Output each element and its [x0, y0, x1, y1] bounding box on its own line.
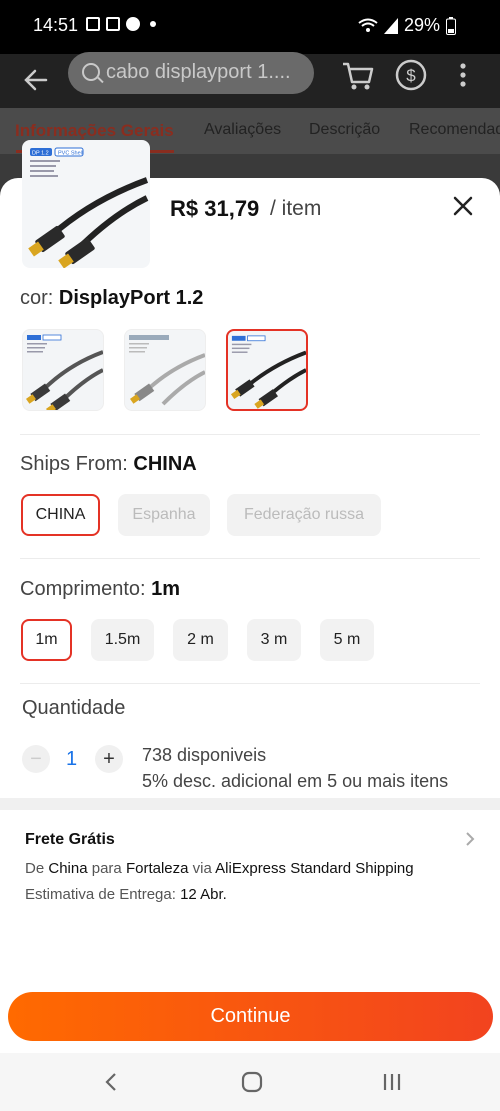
notification-icons	[86, 17, 156, 31]
product-image: DP 1.2 PVC Shell	[28, 147, 149, 268]
shipping-destination: Fortaleza	[125, 860, 189, 877]
battery-percent: 29%	[403, 15, 440, 35]
divider	[20, 434, 480, 435]
to-prefix: para	[91, 860, 122, 877]
badge-pvc: PVC Shell	[58, 151, 83, 157]
shipping-title[interactable]: Frete Grátis	[25, 831, 115, 849]
nav-home-icon[interactable]	[238, 1068, 266, 1096]
gmail-icon	[106, 17, 120, 31]
ships-from-selected-value: CHINA	[133, 453, 197, 475]
tab-reviews[interactable]: Avaliações	[204, 121, 281, 139]
back-arrow-icon[interactable]	[22, 66, 50, 94]
status-bar: 14:51 29%	[0, 0, 500, 54]
eta-date: 12 Abr.	[180, 886, 227, 903]
shipping-method: AliExpress Standard Shipping	[215, 860, 414, 877]
color-selected-value: DisplayPort 1.2	[58, 287, 204, 309]
shipping-route: De China para Fortaleza via AliExpress S…	[25, 860, 414, 877]
quantity-increase-button[interactable]: +	[95, 745, 123, 773]
section-separator	[0, 798, 500, 810]
divider	[20, 558, 480, 559]
length-option-1m[interactable]: 1m	[21, 619, 72, 661]
price: R$ 31,79	[170, 196, 260, 221]
ships-option-espanha[interactable]: Espanha	[118, 494, 210, 536]
delivery-estimate: Estimativa de Entrega: 12 Abr.	[25, 886, 227, 903]
calendar-icon	[86, 17, 100, 31]
tab-general-info[interactable]: Informações Gerais	[15, 121, 174, 141]
length-label: Comprimento: 1m	[20, 578, 180, 601]
shipping-origin: China	[48, 860, 88, 877]
chevron-right-icon[interactable]	[463, 832, 477, 846]
quantity-label: Quantidade	[22, 697, 126, 719]
continue-button[interactable]: Continue	[8, 992, 493, 1041]
cart-icon[interactable]	[341, 58, 375, 92]
product-thumbnail[interactable]: DP 1.2 PVC Shell	[22, 140, 150, 268]
from-prefix: De	[25, 860, 45, 877]
badge-dp: DP 1.2	[32, 151, 49, 157]
facebook-icon	[126, 17, 140, 31]
signal-icon	[383, 17, 398, 34]
length-selected-value: 1m	[151, 578, 181, 600]
more-notifications-icon	[150, 21, 156, 27]
length-option-1-5m[interactable]: 1.5m	[91, 619, 154, 661]
currency-icon[interactable]: $	[394, 58, 428, 92]
search-input[interactable]: cabo displayport 1....	[68, 52, 314, 94]
divider	[20, 683, 480, 684]
search-icon	[82, 63, 100, 81]
length-option-5m[interactable]: 5 m	[320, 619, 374, 661]
price-unit: / item	[270, 197, 322, 220]
status-time: 14:51	[33, 15, 79, 35]
ships-from-label: Ships From: CHINA	[20, 453, 197, 476]
via-prefix: via	[192, 860, 212, 877]
ships-option-china[interactable]: CHINA	[21, 494, 100, 536]
nav-back-icon[interactable]	[98, 1068, 126, 1096]
ships-from-label-text: Ships From:	[20, 453, 128, 475]
length-option-3m[interactable]: 3 m	[247, 619, 301, 661]
color-label: cor: DisplayPort 1.2	[20, 287, 203, 310]
tab-recommended[interactable]: Recomendad	[409, 121, 500, 139]
eta-label: Estimativa de Entrega:	[25, 886, 176, 903]
color-option-image	[129, 335, 205, 406]
quantity-decrease-button[interactable]: −	[22, 745, 50, 773]
bulk-discount: 5% desc. adicional em 5 ou mais itens	[142, 771, 449, 791]
quantity-value[interactable]: 1	[66, 748, 77, 771]
color-option-braided[interactable]	[22, 329, 104, 411]
close-icon[interactable]	[452, 195, 474, 217]
color-option-grey[interactable]	[124, 329, 206, 411]
ships-option-federacao-russa[interactable]: Federação russa	[227, 494, 381, 536]
stock-available: 738 disponiveis	[142, 745, 267, 765]
color-option-image	[26, 334, 103, 410]
wifi-icon	[358, 18, 378, 32]
svg-text:$: $	[406, 66, 416, 85]
color-option-displayport-1-2[interactable]	[226, 329, 308, 411]
nav-recents-icon[interactable]	[378, 1068, 406, 1096]
stock-info: 738 disponiveis 5% desc. adicional em 5 …	[142, 742, 448, 794]
search-value: cabo displayport 1....	[106, 61, 291, 83]
color-label-text: cor:	[20, 287, 54, 309]
battery-icon	[446, 16, 456, 35]
color-option-image	[230, 335, 306, 409]
tab-description[interactable]: Descrição	[309, 121, 380, 139]
length-label-text: Comprimento:	[20, 578, 146, 600]
length-option-2m[interactable]: 2 m	[173, 619, 228, 661]
system-nav-bar	[0, 1053, 500, 1111]
more-menu-icon[interactable]	[448, 58, 478, 92]
